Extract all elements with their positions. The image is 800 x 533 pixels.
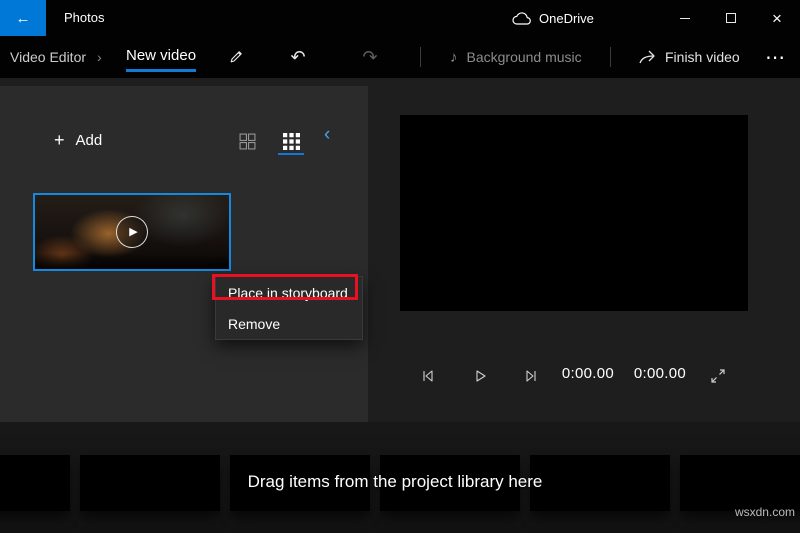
ellipsis-icon: ⋯ (765, 46, 785, 69)
undo-button[interactable]: ↶ (284, 36, 312, 78)
play-overlay-button[interactable]: ▶ (116, 216, 148, 248)
total-time: 0:00.00 (633, 365, 686, 382)
storyboard-hint-text: Drag items from the project library here (247, 472, 543, 491)
collapse-panel-button[interactable]: ‹ (324, 124, 330, 147)
menu-item-place-in-storyboard[interactable]: Place in storyboard (216, 277, 362, 308)
watermark: wsxdn.com (734, 505, 795, 519)
window-controls: × (662, 0, 800, 36)
redo-icon: ↷ (362, 46, 378, 67)
onedrive-cloud-icon (512, 11, 531, 25)
player-controls: 0:00.00 0:00.00 (400, 362, 760, 390)
video-preview-screen (400, 115, 748, 311)
background-music-label: Background music (466, 49, 582, 65)
small-grid-icon (282, 132, 300, 150)
export-share-icon (638, 49, 656, 65)
back-arrow-icon: ← (15, 9, 31, 27)
project-title-underline (126, 69, 196, 72)
close-icon: × (772, 8, 782, 28)
storyboard-drop-area[interactable]: Drag items from the project library here (0, 422, 800, 533)
titlebar: ← Photos OneDrive × (0, 0, 800, 36)
more-options-button[interactable]: ⋯ (760, 36, 790, 78)
add-label: Add (75, 131, 103, 149)
expand-icon (711, 369, 725, 383)
next-frame-icon (526, 370, 536, 382)
selected-view-underline (278, 153, 304, 155)
rename-pencil-button[interactable] (222, 36, 250, 78)
play-icon (476, 370, 486, 382)
redo-button[interactable]: ↷ (356, 36, 384, 78)
add-button[interactable]: + Add (54, 128, 102, 152)
menu-item-remove[interactable]: Remove (216, 308, 362, 339)
maximize-icon (726, 13, 736, 23)
large-grid-icon (239, 133, 255, 149)
minimize-icon (680, 17, 690, 19)
collapse-chevron-icon: ‹ (324, 124, 331, 145)
finish-video-button[interactable]: Finish video (638, 36, 740, 78)
minimize-button[interactable] (662, 0, 708, 36)
play-icon: ▶ (129, 225, 138, 238)
chevron-right-icon: › (97, 49, 102, 65)
pencil-icon (228, 49, 244, 65)
previous-frame-icon (423, 370, 433, 382)
plus-icon: + (54, 130, 65, 150)
toolbar-divider (610, 47, 611, 67)
toolbar-divider (420, 47, 421, 67)
context-menu: Place in storyboard Remove (215, 276, 363, 340)
small-grid-view-button[interactable] (282, 132, 300, 150)
undo-icon: ↶ (290, 46, 306, 67)
video-clip-thumbnail[interactable]: ▶ (33, 193, 231, 271)
back-button[interactable]: ← (0, 0, 46, 36)
main-content: + Add ‹ ▶ 0:00.00 0:00.00 (0, 78, 800, 422)
elapsed-time: 0:00.00 (561, 365, 614, 382)
onedrive-button[interactable]: OneDrive (512, 0, 594, 36)
photos-app-window: ← Photos OneDrive × Video Editor › New v… (0, 0, 800, 533)
close-button[interactable]: × (754, 0, 800, 36)
project-library-panel: + Add ‹ ▶ (0, 86, 368, 422)
fullscreen-button[interactable] (710, 369, 726, 383)
previous-frame-button[interactable] (420, 369, 436, 383)
breadcrumb-video-editor[interactable]: Video Editor (10, 36, 86, 78)
background-music-button[interactable]: ♪ Background music (450, 36, 582, 78)
finish-video-label: Finish video (665, 49, 740, 65)
next-frame-button[interactable] (523, 369, 539, 383)
large-grid-view-button[interactable] (238, 132, 256, 150)
play-button[interactable] (472, 369, 488, 383)
app-title: Photos (64, 10, 105, 25)
editor-toolbar: Video Editor › New video ↶ ↷ ♪ Backgroun… (0, 36, 800, 78)
music-note-icon: ♪ (450, 48, 458, 66)
maximize-button[interactable] (708, 0, 754, 36)
onedrive-label: OneDrive (539, 10, 594, 26)
